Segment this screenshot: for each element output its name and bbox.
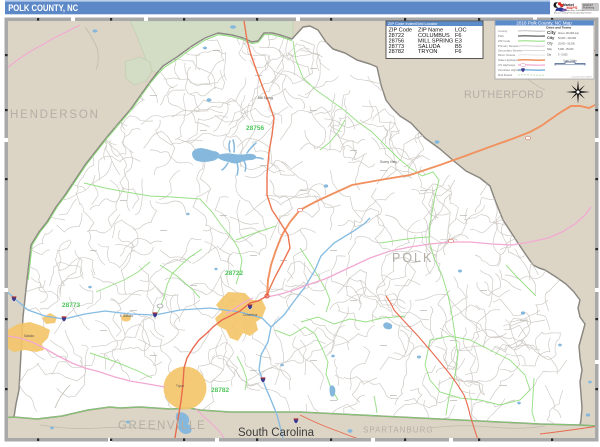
svg-text:50,000 - 100,000: 50,000 - 100,000 bbox=[558, 37, 577, 40]
svg-text:POLK COUNTY, NC: POLK COUNTY, NC bbox=[8, 3, 79, 13]
svg-text:Above 100,000 pop: Above 100,000 pop bbox=[558, 32, 579, 35]
svg-text:0 - 5,000: 0 - 5,000 bbox=[558, 53, 568, 56]
svg-text:State Highways: State Highways bbox=[498, 58, 519, 62]
svg-text:28722: 28722 bbox=[225, 270, 243, 277]
svg-text:28782: 28782 bbox=[211, 387, 229, 394]
svg-text:US Highways: US Highways bbox=[498, 63, 516, 67]
svg-text:Park: Park bbox=[498, 34, 504, 38]
svg-text:Sunny View: Sunny View bbox=[380, 160, 397, 164]
svg-text:Publishing: Publishing bbox=[583, 7, 595, 10]
svg-text:5,000 - 25,000: 5,000 - 25,000 bbox=[558, 48, 574, 51]
svg-text:City: City bbox=[547, 42, 553, 46]
svg-text:HENDERSON: HENDERSON bbox=[10, 109, 100, 121]
svg-text:MAPS: MAPS bbox=[567, 6, 578, 10]
svg-text:Mill Spring: Mill Spring bbox=[258, 96, 273, 100]
svg-text:ZIP Code: ZIP Code bbox=[498, 39, 511, 43]
svg-text:America's Leading Printed & Di: America's Leading Printed & Digital Map … bbox=[554, 11, 592, 14]
svg-text:Minor Streets: Minor Streets bbox=[498, 53, 516, 57]
svg-text:POLK: POLK bbox=[392, 251, 433, 265]
svg-text:City: City bbox=[547, 35, 555, 40]
svg-text:Copyright MarketMAPS: Copyright MarketMAPS bbox=[571, 76, 593, 79]
svg-text:GREENVILLE: GREENVILLE bbox=[118, 420, 206, 432]
svg-text:Primary Streets: Primary Streets bbox=[498, 44, 518, 48]
svg-text:SPARTANBURG: SPARTANBURG bbox=[363, 426, 434, 435]
svg-text:City: City bbox=[547, 47, 552, 51]
svg-text:Columbus: Columbus bbox=[243, 313, 258, 317]
svg-text:South Carolina: South Carolina bbox=[238, 427, 315, 439]
svg-text:Saluda: Saluda bbox=[24, 334, 34, 338]
svg-text:RUTHERFORD: RUTHERFORD bbox=[464, 89, 544, 101]
svg-text:28782: 28782 bbox=[389, 49, 405, 55]
svg-text:ZIP Code Index/Grid Locator: ZIP Code Index/Grid Locator bbox=[388, 21, 438, 26]
svg-text:Rail Roads: Rail Roads bbox=[498, 73, 513, 77]
svg-text:Tryon: Tryon bbox=[176, 384, 184, 388]
svg-text:25,000 - 50,000: 25,000 - 50,000 bbox=[558, 43, 575, 46]
svg-text:TRYON: TRYON bbox=[418, 49, 437, 55]
svg-text:City: City bbox=[547, 30, 556, 35]
svg-text:E Saluda: E Saluda bbox=[120, 314, 133, 318]
svg-text:28773: 28773 bbox=[62, 302, 80, 309]
svg-text:F6: F6 bbox=[455, 49, 462, 55]
svg-text:County: County bbox=[498, 29, 508, 33]
svg-text:28756: 28756 bbox=[246, 125, 264, 132]
